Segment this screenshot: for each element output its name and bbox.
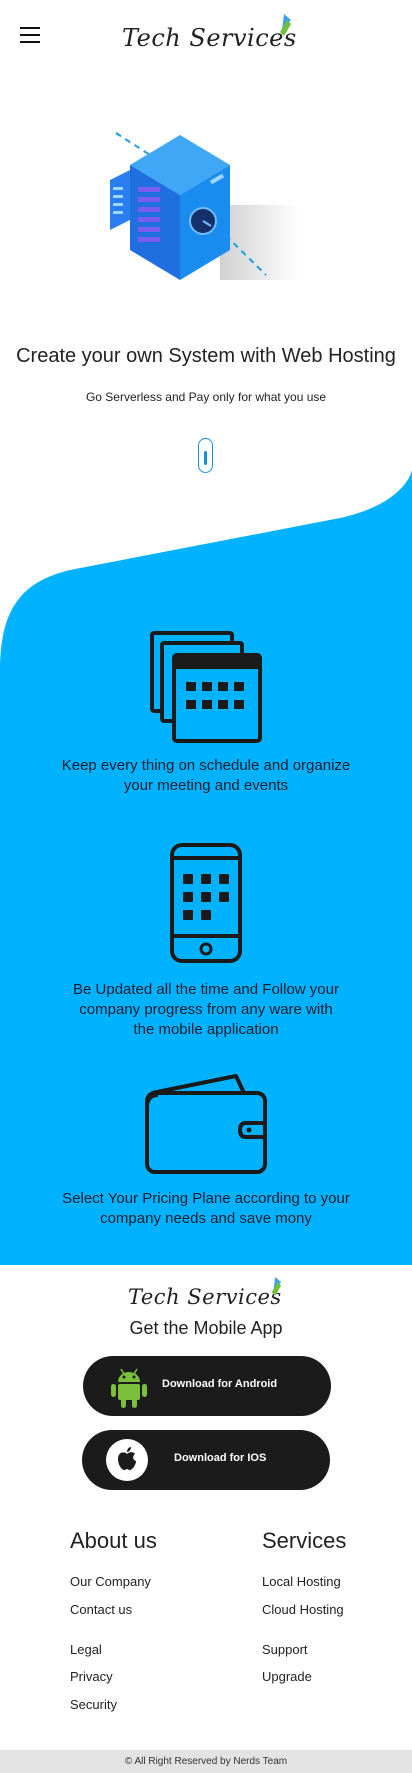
feature-text: Keep every thing on schedule and organiz…	[61, 757, 351, 794]
android-download-button[interactable]: Download for Android	[83, 1356, 331, 1416]
services-column: Services Local Hosting Cloud Hosting Sup…	[262, 1528, 346, 1684]
scroll-mouse-icon[interactable]	[198, 438, 213, 473]
services-heading: Services	[262, 1528, 347, 1553]
apple-icon	[106, 1439, 148, 1481]
footer-link-local-hosting[interactable]: Local Hosting	[262, 1574, 346, 1589]
server-illustration	[110, 132, 300, 280]
logo-mark-icon	[280, 14, 291, 36]
footer-link-contact-us[interactable]: Contact us	[70, 1602, 157, 1617]
feature-mobile: Be Updated all the time and Follow your …	[0, 842, 412, 1040]
footer-brand-name: Tech Services	[128, 1285, 282, 1309]
calendar-icon	[150, 631, 262, 743]
hero-title: Create your own System with Web Hosting	[16, 345, 396, 367]
copyright-bar: © All Right Reserved by Nerds Team	[0, 1750, 412, 1773]
feature-text: Be Updated all the time and Follow your …	[73, 981, 339, 1038]
about-heading: About us	[70, 1528, 157, 1553]
hero-subtitle: Go Serverless and Pay only for what you …	[85, 390, 327, 404]
android-icon	[111, 1368, 147, 1408]
logo-mark-icon	[271, 1277, 282, 1296]
get-app-heading: Get the Mobile App	[129, 1318, 283, 1338]
ios-button-label: Download for IOS	[174, 1452, 267, 1464]
footer-link-upgrade[interactable]: Upgrade	[262, 1669, 346, 1684]
about-column: About us Our Company Contact us Legal Pr…	[70, 1528, 157, 1712]
feature-schedule: Keep every thing on schedule and organiz…	[0, 630, 412, 796]
ios-download-button[interactable]: Download for IOS	[82, 1430, 330, 1490]
hamburger-icon[interactable]	[20, 27, 40, 43]
feature-pricing: Select Your Pricing Plane according to y…	[0, 1073, 412, 1229]
smartphone-icon	[170, 843, 242, 963]
footer-link-our-company[interactable]: Our Company	[70, 1574, 157, 1589]
header: Tech Services	[0, 0, 412, 70]
footer-link-legal[interactable]: Legal	[70, 1642, 157, 1657]
footer-link-cloud-hosting[interactable]: Cloud Hosting	[262, 1602, 346, 1617]
footer-link-security[interactable]: Security	[70, 1697, 157, 1712]
android-button-label: Download for Android	[162, 1378, 278, 1390]
feature-text: Select Your Pricing Plane according to y…	[62, 1190, 350, 1227]
footer-link-privacy[interactable]: Privacy	[70, 1669, 157, 1684]
wallet-icon	[145, 1074, 267, 1174]
footer-link-support[interactable]: Support	[262, 1642, 346, 1657]
brand-name: Tech Services	[122, 24, 297, 52]
